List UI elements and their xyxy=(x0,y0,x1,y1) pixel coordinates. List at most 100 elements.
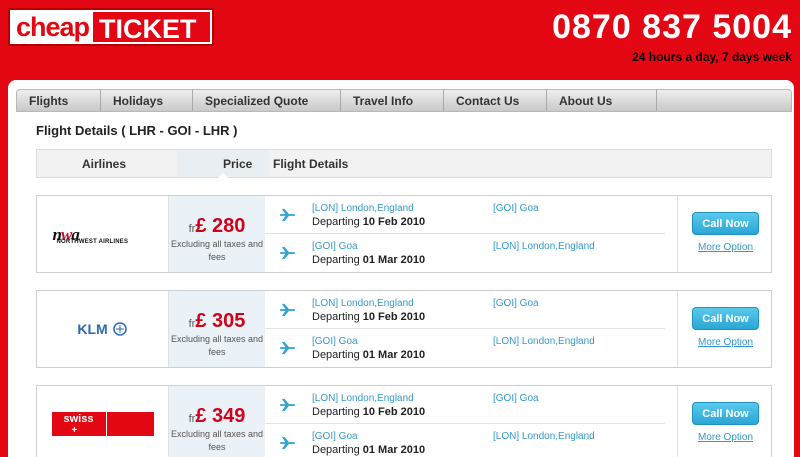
outbound-leg: [LON] London,England Departing 10 Feb 20… xyxy=(265,196,665,234)
price-line: fr£ 280 xyxy=(169,215,265,238)
plane-icon xyxy=(280,436,296,450)
nav-flights[interactable]: Flights xyxy=(17,90,101,111)
leg-departing: Departing 01 Mar 2010 xyxy=(312,444,425,456)
leg-destination: [LON] London,England xyxy=(493,431,595,442)
departing-date: 01 Mar 2010 xyxy=(362,444,426,456)
column-price-label: Price xyxy=(223,157,253,171)
airline-cell: nwa NORTHWEST AIRLINES xyxy=(37,196,169,272)
more-option-link[interactable]: More Option xyxy=(678,337,773,348)
result-row: nwa NORTHWEST AIRLINES fr£ 280 Excluding… xyxy=(36,195,772,273)
price-line: fr£ 305 xyxy=(169,310,265,333)
leg-destination: [LON] London,England xyxy=(493,336,595,347)
call-now-button[interactable]: Call Now xyxy=(692,402,759,425)
departing-date: 01 Mar 2010 xyxy=(362,349,426,361)
klm-logo-text: KLM xyxy=(77,321,108,337)
nav-holidays[interactable]: Holidays xyxy=(101,90,193,111)
leg-departing: Departing 01 Mar 2010 xyxy=(312,349,425,361)
departing-date: 10 Feb 2010 xyxy=(362,311,426,323)
leg-destination: [LON] London,England xyxy=(493,241,595,252)
plane-icon xyxy=(280,303,296,317)
departing-date: 10 Feb 2010 xyxy=(362,216,426,228)
flight-legs: [LON] London,England Departing 10 Feb 20… xyxy=(265,386,677,457)
departing-label: Departing xyxy=(312,349,360,361)
plane-icon xyxy=(280,208,296,222)
inbound-leg: [GOI] Goa Departing 01 Mar 2010 [LON] Lo… xyxy=(265,329,665,367)
price-value: £ 305 xyxy=(195,310,246,332)
logo-cheap-text: cheap xyxy=(10,10,94,44)
airline-cell: KLM xyxy=(37,291,169,367)
call-now-button[interactable]: Call Now xyxy=(692,307,759,330)
leg-destination: [GOI] Goa xyxy=(493,203,539,214)
leg-origin: [LON] London,England xyxy=(312,298,414,309)
northwest-airlines-logo: nwa NORTHWEST AIRLINES xyxy=(53,223,153,245)
outbound-leg: [LON] London,England Departing 10 Feb 20… xyxy=(265,291,665,329)
action-cell: Call Now More Option xyxy=(677,291,773,367)
plane-icon xyxy=(280,246,296,260)
swiss-divider xyxy=(105,412,107,436)
departing-label: Departing xyxy=(312,254,360,266)
price-value: £ 349 xyxy=(195,405,246,427)
leg-origin: [LON] London,England xyxy=(312,393,414,404)
leg-departing: Departing 10 Feb 2010 xyxy=(312,311,425,323)
more-option-link[interactable]: More Option xyxy=(678,242,773,253)
action-cell: Call Now More Option xyxy=(677,196,773,272)
nav-specialized-quote[interactable]: Specialized Quote xyxy=(193,90,341,111)
call-now-button[interactable]: Call Now xyxy=(692,212,759,235)
price-cell: fr£ 305 Excluding all taxes and fees xyxy=(169,291,265,367)
leg-departing: Departing 10 Feb 2010 xyxy=(312,216,425,228)
flight-legs: [LON] London,England Departing 10 Feb 20… xyxy=(265,291,677,367)
departing-label: Departing xyxy=(312,406,360,418)
price-line: fr£ 349 xyxy=(169,405,265,428)
action-cell: Call Now More Option xyxy=(677,386,773,457)
leg-origin: [GOI] Goa xyxy=(312,336,358,347)
leg-destination: [GOI] Goa xyxy=(493,298,539,309)
leg-destination: [GOI] Goa xyxy=(493,393,539,404)
plane-icon xyxy=(280,341,296,355)
departing-date: 01 Mar 2010 xyxy=(362,254,426,266)
site-logo[interactable]: cheap TICKET xyxy=(8,8,214,46)
klm-emblem-icon xyxy=(112,322,127,336)
price-cell: fr£ 280 Excluding all taxes and fees xyxy=(169,196,265,272)
inbound-leg: [GOI] Goa Departing 01 Mar 2010 [LON] Lo… xyxy=(265,234,665,272)
departing-label: Departing xyxy=(312,311,360,323)
departing-date: 10 Feb 2010 xyxy=(362,406,426,418)
page-title: Flight Details ( LHR - GOI - LHR ) xyxy=(36,123,238,138)
nav-travel-info[interactable]: Travel Info xyxy=(341,90,444,111)
nav-about-us[interactable]: About Us xyxy=(547,90,657,111)
leg-origin: [GOI] Goa xyxy=(312,431,358,442)
inbound-leg: [GOI] Goa Departing 01 Mar 2010 [LON] Lo… xyxy=(265,424,665,457)
phone-number: 0870 837 5004 xyxy=(552,8,792,46)
leg-origin: [LON] London,England xyxy=(312,203,414,214)
hours-note: 24 hours a day, 7 days week xyxy=(632,50,792,64)
swiss-cross-icon: + xyxy=(71,425,78,436)
swiss-logo: swiss + xyxy=(51,412,154,436)
results-header: Airlines Price Flight Details xyxy=(36,149,772,178)
flight-legs: [LON] London,England Departing 10 Feb 20… xyxy=(265,196,677,272)
plane-icon xyxy=(280,398,296,412)
column-price[interactable]: Price xyxy=(177,150,269,178)
departing-label: Departing xyxy=(312,216,360,228)
main-nav: Flights Holidays Specialized Quote Trave… xyxy=(16,89,792,112)
sort-arrow-icon xyxy=(218,173,228,178)
column-airlines[interactable]: Airlines xyxy=(82,157,126,171)
nav-contact-us[interactable]: Contact Us xyxy=(444,90,547,111)
column-flight-details: Flight Details xyxy=(273,157,349,171)
departing-label: Departing xyxy=(312,444,360,456)
price-note: Excluding all taxes and fees xyxy=(170,429,264,452)
airline-cell: swiss + xyxy=(37,386,169,457)
more-option-link[interactable]: More Option xyxy=(678,432,773,443)
swiss-logo-text: swiss xyxy=(63,413,94,425)
logo-ticket-text: TICKET xyxy=(93,12,210,44)
price-value: £ 280 xyxy=(195,215,246,237)
result-row: swiss + fr£ 349 Excluding all taxes and … xyxy=(36,385,772,457)
price-note: Excluding all taxes and fees xyxy=(170,239,264,262)
leg-departing: Departing 10 Feb 2010 xyxy=(312,406,425,418)
leg-departing: Departing 01 Mar 2010 xyxy=(312,254,425,266)
leg-origin: [GOI] Goa xyxy=(312,241,358,252)
result-row: KLM fr£ 305 Excluding all taxes and fees… xyxy=(36,290,772,368)
price-note: Excluding all taxes and fees xyxy=(170,334,264,357)
klm-logo: KLM xyxy=(77,321,127,337)
price-cell: fr£ 349 Excluding all taxes and fees xyxy=(169,386,265,457)
outbound-leg: [LON] London,England Departing 10 Feb 20… xyxy=(265,386,665,424)
content-panel: Flights Holidays Specialized Quote Trave… xyxy=(8,80,794,457)
